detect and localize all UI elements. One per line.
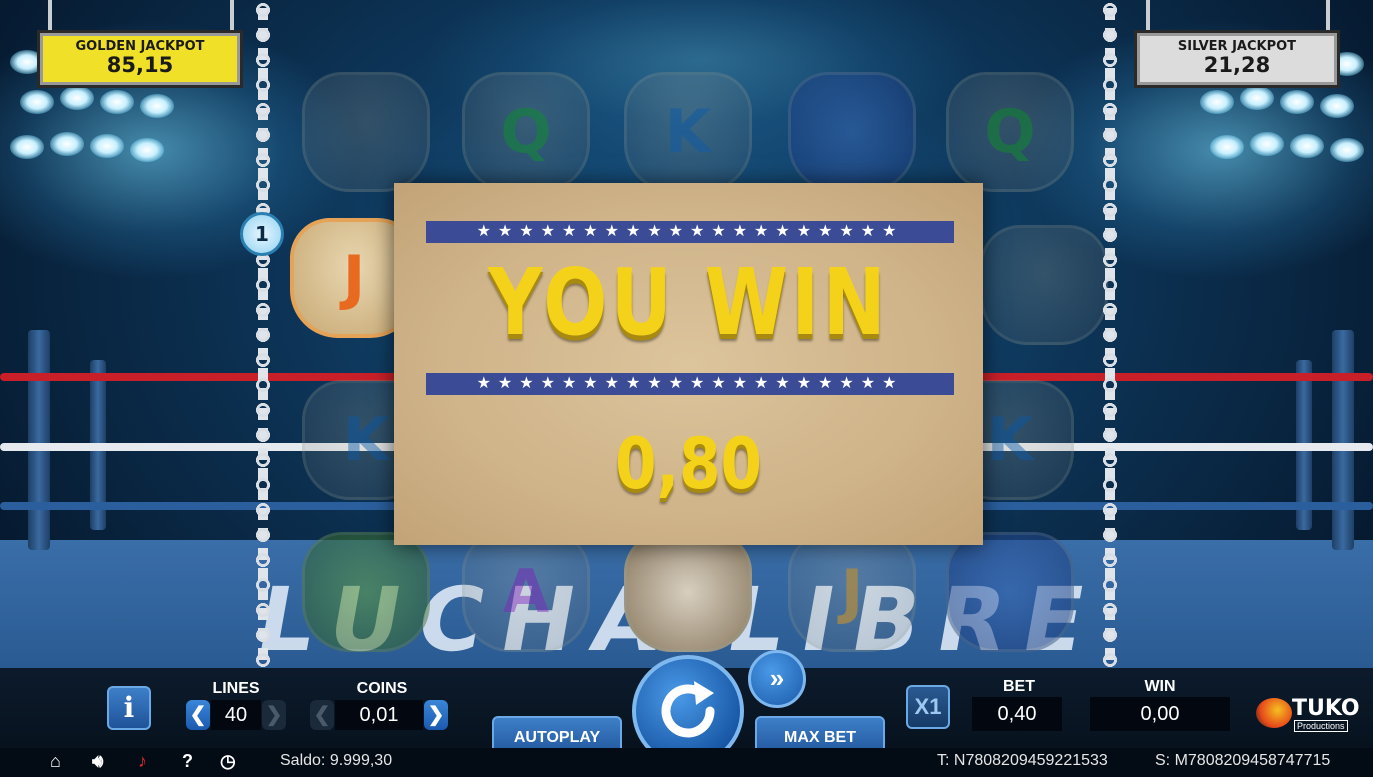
session-id-text: S: M7808209458747715 <box>1155 752 1331 769</box>
reel-symbol-wrestler <box>788 72 916 192</box>
win-panel[interactable]: ★★★★★★★★★★★★★★★★★★★★ YOU WIN ★★★★★★★★★★★… <box>394 183 983 545</box>
reel-symbol-wrestler <box>946 532 1074 652</box>
silver-jackpot-value: 21,28 <box>1203 53 1271 77</box>
payline-number-badge[interactable]: 1 <box>240 212 284 256</box>
brand-logo: TUKO Productions <box>1256 696 1360 734</box>
sign-hanger <box>1146 0 1150 32</box>
win-label: WIN <box>1144 678 1176 695</box>
chain-right <box>1100 0 1120 668</box>
spin-icon <box>661 681 715 738</box>
toucan-icon <box>1256 698 1292 728</box>
help-icon[interactable]: ? <box>182 751 193 772</box>
reel-symbol: K <box>624 72 752 192</box>
lines-label: LINES <box>212 680 260 697</box>
reel-symbol: Q <box>462 72 590 192</box>
lines-increase-button[interactable]: ❯ <box>262 700 286 730</box>
music-off-icon[interactable]: ♪ <box>138 751 147 772</box>
fast-forward-icon: » <box>769 663 785 693</box>
lines-decrease-button[interactable]: ❮ <box>186 700 210 730</box>
chain-left <box>253 0 273 668</box>
brand-name: TUKO <box>1292 696 1360 721</box>
golden-jackpot-title: GOLDEN JACKPOT <box>75 39 205 54</box>
fast-forward-button[interactable]: » <box>748 650 806 708</box>
volume-icon[interactable]: 🔊︎ <box>92 751 103 772</box>
home-icon[interactable]: ⌂ <box>50 751 61 772</box>
silver-jackpot-sign: SILVER JACKPOT 21,28 <box>1134 30 1340 88</box>
clock-icon[interactable]: ◷ <box>220 751 236 772</box>
multiplier-button[interactable]: X1 <box>906 685 950 729</box>
info-button[interactable]: i <box>107 686 151 730</box>
coins-value: 0,01 <box>335 700 423 730</box>
ring-post-left <box>28 330 50 550</box>
bet-label: BET <box>1003 678 1035 695</box>
brand-sub: Productions <box>1294 720 1348 732</box>
win-amount: 0,80 <box>615 423 762 505</box>
ticket-id-text: T: N7808209459221533 <box>937 752 1108 769</box>
sign-hanger <box>48 0 52 32</box>
win-value: 0,00 <box>1090 697 1230 731</box>
lines-value: 40 <box>211 700 261 730</box>
stars-band-top: ★★★★★★★★★★★★★★★★★★★★ <box>426 221 954 243</box>
reel-symbol: J <box>788 532 916 652</box>
balance-text: Saldo: 9.999,30 <box>280 752 393 769</box>
silver-jackpot-title: SILVER JACKPOT <box>1177 39 1297 54</box>
golden-jackpot-sign: GOLDEN JACKPOT 85,15 <box>37 30 243 88</box>
reel-symbol <box>302 72 430 192</box>
reel-symbol-wrestler <box>302 532 430 652</box>
sign-hanger <box>230 0 234 32</box>
coins-decrease-button[interactable]: ❮ <box>310 700 334 730</box>
golden-jackpot-value: 85,15 <box>106 53 174 77</box>
reel-symbol <box>980 225 1108 345</box>
ring-post-right <box>1332 330 1354 550</box>
stars-band-bottom: ★★★★★★★★★★★★★★★★★★★★ <box>426 373 954 395</box>
sign-hanger <box>1326 0 1330 32</box>
coins-increase-button[interactable]: ❯ <box>424 700 448 730</box>
reel-symbol: A <box>462 532 590 652</box>
reel-symbol: Q <box>946 72 1074 192</box>
win-title: YOU WIN <box>488 249 889 356</box>
bet-value: 0,40 <box>972 697 1062 731</box>
coins-label: COINS <box>356 680 408 697</box>
reel-symbol-skull <box>624 532 752 652</box>
game-stage: LUCHA LIBRE Q K Q J K K A J 1 GOLDEN JAC… <box>0 0 1373 777</box>
